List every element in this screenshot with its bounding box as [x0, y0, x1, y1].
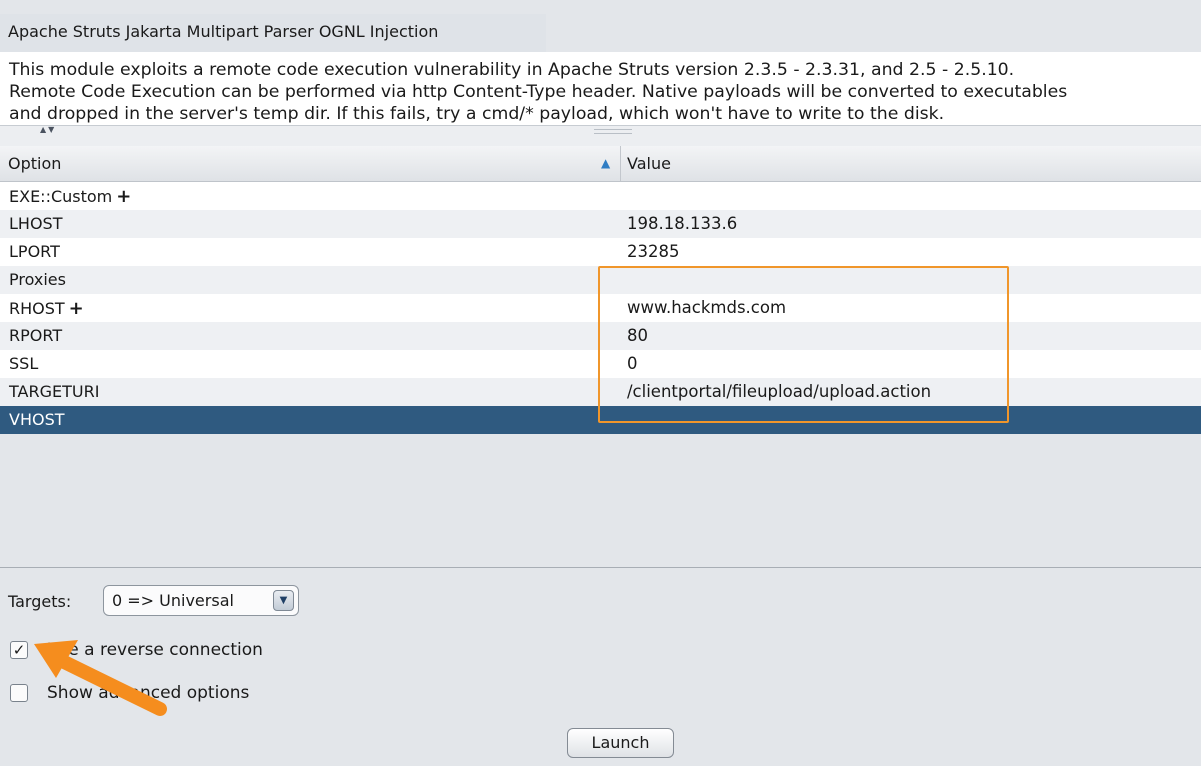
- option-name: TARGETURI: [9, 382, 100, 401]
- divider: [0, 567, 1201, 568]
- option-name: LPORT: [9, 242, 60, 261]
- checkmark-icon: ✓: [12, 641, 26, 659]
- chevron-down-icon[interactable]: ▼: [273, 590, 294, 611]
- description-line-3: and dropped in the server's temp dir. If…: [9, 104, 945, 124]
- reverse-connection-checkbox[interactable]: ✓: [10, 641, 28, 659]
- option-name: Proxies: [9, 270, 66, 289]
- module-description: This module exploits a remote code execu…: [0, 52, 1201, 125]
- table-row[interactable]: LPORT 23285: [0, 238, 1201, 266]
- module-title: Apache Struts Jakarta Multipart Parser O…: [8, 22, 439, 41]
- option-name: LHOST: [9, 214, 63, 233]
- table-row[interactable]: EXE::Custom +: [0, 182, 1201, 210]
- targets-label: Targets:: [8, 592, 72, 611]
- targets-dropdown[interactable]: 0 => Universal ▼: [103, 585, 299, 616]
- highlight-annotation-box: [598, 266, 1009, 423]
- options-table-header: Option ▲ Value: [0, 146, 1201, 182]
- column-header-value[interactable]: Value: [627, 154, 671, 173]
- collapse-arrows-icon[interactable]: ▲▼: [40, 125, 56, 134]
- sort-ascending-icon[interactable]: ▲: [601, 156, 610, 170]
- arrow-annotation-icon: [34, 640, 167, 716]
- option-name: VHOST: [9, 410, 65, 429]
- drag-grip-icon[interactable]: [594, 129, 632, 134]
- table-row[interactable]: LHOST 198.18.133.6: [0, 210, 1201, 238]
- option-name: RPORT: [9, 326, 63, 345]
- column-header-option[interactable]: Option: [8, 154, 61, 173]
- advanced-options-checkbox[interactable]: [10, 684, 28, 702]
- option-value[interactable]: 23285: [627, 242, 680, 261]
- plus-icon[interactable]: +: [69, 298, 84, 319]
- plus-icon[interactable]: +: [116, 186, 131, 207]
- option-name: EXE::Custom: [9, 187, 113, 206]
- description-line-2: Remote Code Execution can be performed v…: [9, 82, 1068, 102]
- option-name: SSL: [9, 354, 39, 373]
- module-title-bar: Apache Struts Jakarta Multipart Parser O…: [0, 14, 546, 53]
- option-name: RHOST: [9, 299, 65, 318]
- table-empty-area: [0, 434, 1201, 567]
- targets-selected-value: 0 => Universal: [112, 591, 234, 610]
- split-pane-divider[interactable]: ▲▼: [0, 125, 1201, 148]
- option-value[interactable]: 198.18.133.6: [627, 214, 737, 233]
- launch-button[interactable]: Launch: [567, 728, 674, 758]
- column-divider[interactable]: [620, 146, 621, 181]
- description-line-1: This module exploits a remote code execu…: [9, 60, 1015, 80]
